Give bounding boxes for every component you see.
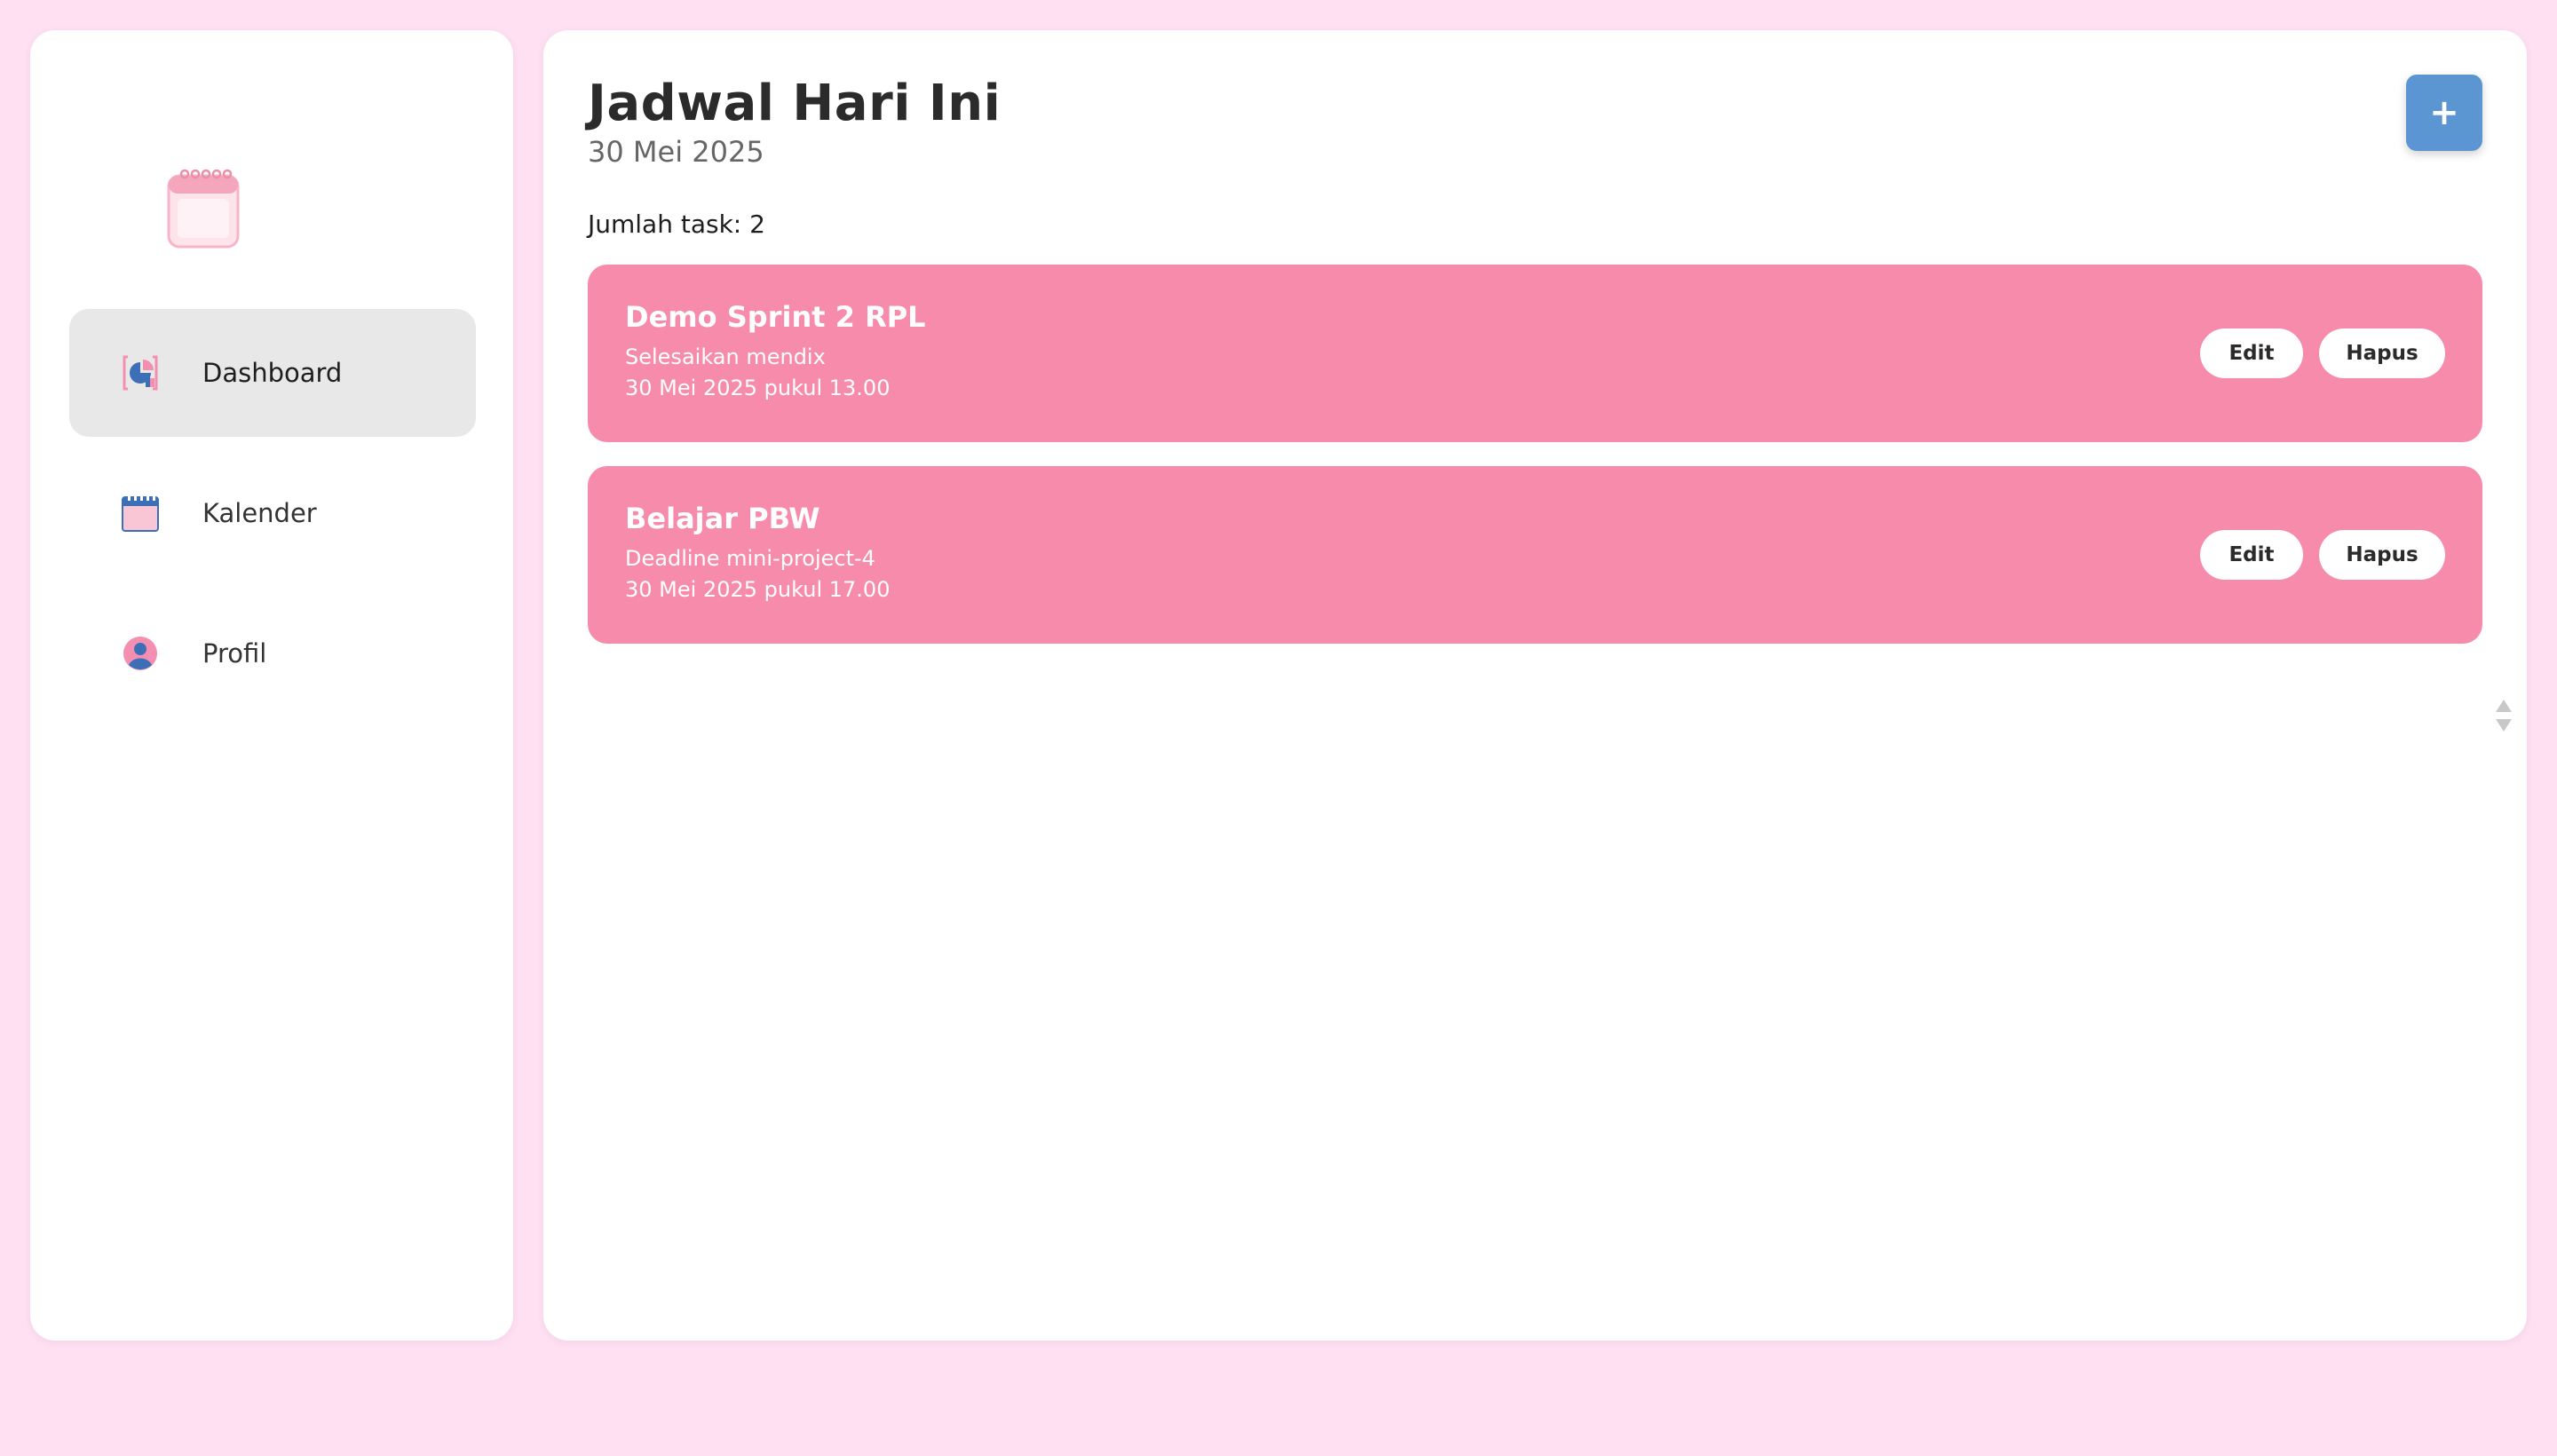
task-card: Demo Sprint 2 RPL Selesaikan mendix 30 M…: [588, 265, 2482, 442]
sidebar-item-label: Profil: [202, 638, 267, 669]
sidebar: Dashboard Kalender Profil: [30, 30, 513, 1341]
page-title: Jadwal Hari Ini: [588, 75, 1001, 132]
task-title: Demo Sprint 2 RPL: [625, 300, 926, 334]
task-count: Jumlah task: 2: [588, 210, 765, 239]
scroll-arrows-icon[interactable]: [2493, 698, 2514, 733]
sidebar-item-label: Kalender: [202, 498, 317, 528]
task-card: Belajar PBW Deadline mini-project-4 30 M…: [588, 466, 2482, 644]
main-panel: Jadwal Hari Ini 30 Mei 2025 + Jumlah tas…: [543, 30, 2527, 1341]
schedula-logo[interactable]: [146, 163, 261, 279]
sidebar-item-profil[interactable]: Profil: [69, 590, 476, 717]
task-time: 30 Mei 2025 pukul 13.00: [625, 376, 891, 400]
edit-button[interactable]: Edit: [2200, 530, 2303, 580]
calendar-icon: [121, 494, 160, 533]
edit-button[interactable]: Edit: [2200, 328, 2303, 378]
page-date: 30 Mei 2025: [588, 135, 764, 169]
task-time: 30 Mei 2025 pukul 17.00: [625, 577, 891, 602]
sidebar-item-dashboard[interactable]: Dashboard: [69, 309, 476, 437]
delete-button[interactable]: Hapus: [2319, 530, 2445, 580]
dashboard-icon: [121, 353, 160, 392]
profile-icon: [121, 634, 160, 673]
delete-button[interactable]: Hapus: [2319, 328, 2445, 378]
task-description: Selesaikan mendix: [625, 344, 826, 369]
task-description: Deadline mini-project-4: [625, 546, 875, 571]
task-title: Belajar PBW: [625, 502, 820, 535]
add-task-button[interactable]: +: [2406, 75, 2482, 151]
sidebar-item-label: Dashboard: [202, 358, 343, 388]
sidebar-item-kalender[interactable]: Kalender: [69, 449, 476, 577]
